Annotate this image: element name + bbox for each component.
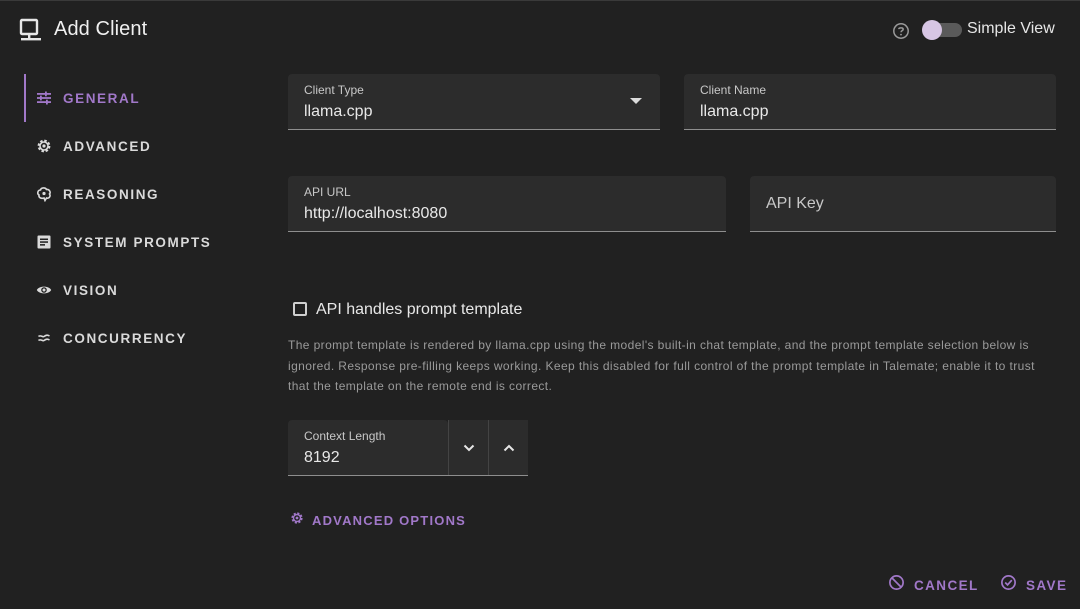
cancel-label: CANCEL bbox=[914, 577, 979, 593]
approx-equal-icon bbox=[36, 330, 52, 346]
tune-icon bbox=[36, 90, 52, 106]
simple-view-label: Simple View bbox=[967, 20, 1055, 37]
chevron-up-icon bbox=[503, 439, 515, 457]
help-circle-icon[interactable] bbox=[892, 22, 910, 40]
client-name-value: llama.cpp bbox=[700, 103, 769, 120]
context-length-label: Context Length bbox=[304, 429, 386, 443]
dialog-title: Add Client bbox=[54, 18, 148, 40]
api-template-label: API handles prompt template bbox=[316, 301, 523, 318]
advanced-options-label: ADVANCED OPTIONS bbox=[312, 512, 467, 528]
settings-nav: GENERAL ADVANCED REASONING SYSTEM PROMPT… bbox=[24, 74, 254, 362]
nav-item-system-prompts[interactable]: SYSTEM PROMPTS bbox=[24, 218, 254, 266]
save-button[interactable]: SAVE bbox=[1000, 572, 1067, 598]
api-url-label: API URL bbox=[304, 185, 351, 199]
nav-item-general[interactable]: GENERAL bbox=[24, 74, 254, 122]
client-type-select[interactable]: Client Type llama.cpp bbox=[288, 74, 660, 130]
context-length-field[interactable]: Context Length 8192 bbox=[288, 420, 448, 476]
gear-icon bbox=[36, 138, 52, 154]
caret-down-icon bbox=[630, 98, 642, 104]
api-template-checkbox[interactable] bbox=[293, 302, 307, 316]
nav-item-vision[interactable]: VISION bbox=[24, 266, 254, 314]
nav-item-label: ADVANCED bbox=[63, 139, 152, 154]
increment-button[interactable] bbox=[488, 420, 528, 475]
context-length-value: 8192 bbox=[304, 449, 340, 466]
nav-item-label: SYSTEM PROMPTS bbox=[63, 235, 212, 250]
nav-item-reasoning[interactable]: REASONING bbox=[24, 170, 254, 218]
advanced-options-button[interactable]: ADVANCED OPTIONS bbox=[290, 507, 466, 533]
monitor-icon bbox=[18, 17, 44, 43]
client-type-label: Client Type bbox=[304, 83, 364, 97]
api-template-hint: The prompt template is rendered by llama… bbox=[288, 338, 1035, 393]
cancel-icon bbox=[888, 574, 905, 596]
client-type-value: llama.cpp bbox=[304, 103, 373, 120]
api-key-placeholder: API Key bbox=[766, 195, 824, 212]
context-length-stepper bbox=[448, 420, 528, 476]
brain-icon bbox=[36, 186, 52, 203]
eye-icon bbox=[36, 282, 52, 298]
gear-icon bbox=[290, 511, 304, 530]
toggle-thumb bbox=[922, 20, 942, 40]
nav-item-label: CONCURRENCY bbox=[63, 331, 188, 346]
add-client-dialog: Add Client Simple View GENERAL ADVANCED … bbox=[0, 0, 1080, 609]
cancel-button[interactable]: CANCEL bbox=[888, 572, 979, 598]
client-name-field[interactable]: Client Name llama.cpp bbox=[684, 74, 1056, 130]
nav-item-advanced[interactable]: ADVANCED bbox=[24, 122, 254, 170]
decrement-button[interactable] bbox=[448, 420, 488, 475]
document-icon bbox=[36, 234, 52, 250]
chevron-down-icon bbox=[463, 439, 475, 457]
save-label: SAVE bbox=[1026, 577, 1068, 593]
check-circle-icon bbox=[1000, 574, 1017, 596]
nav-item-label: VISION bbox=[63, 283, 119, 298]
api-url-field[interactable]: API URL http://localhost:8080 bbox=[288, 176, 726, 232]
nav-item-concurrency[interactable]: CONCURRENCY bbox=[24, 314, 254, 362]
nav-item-label: REASONING bbox=[63, 187, 160, 202]
nav-item-label: GENERAL bbox=[63, 91, 141, 106]
dialog-header: Add Client Simple View bbox=[0, 1, 1080, 59]
api-key-field[interactable]: API Key bbox=[750, 176, 1056, 232]
client-name-label: Client Name bbox=[700, 83, 767, 97]
api-url-value: http://localhost:8080 bbox=[304, 205, 448, 222]
simple-view-toggle[interactable] bbox=[922, 20, 964, 40]
